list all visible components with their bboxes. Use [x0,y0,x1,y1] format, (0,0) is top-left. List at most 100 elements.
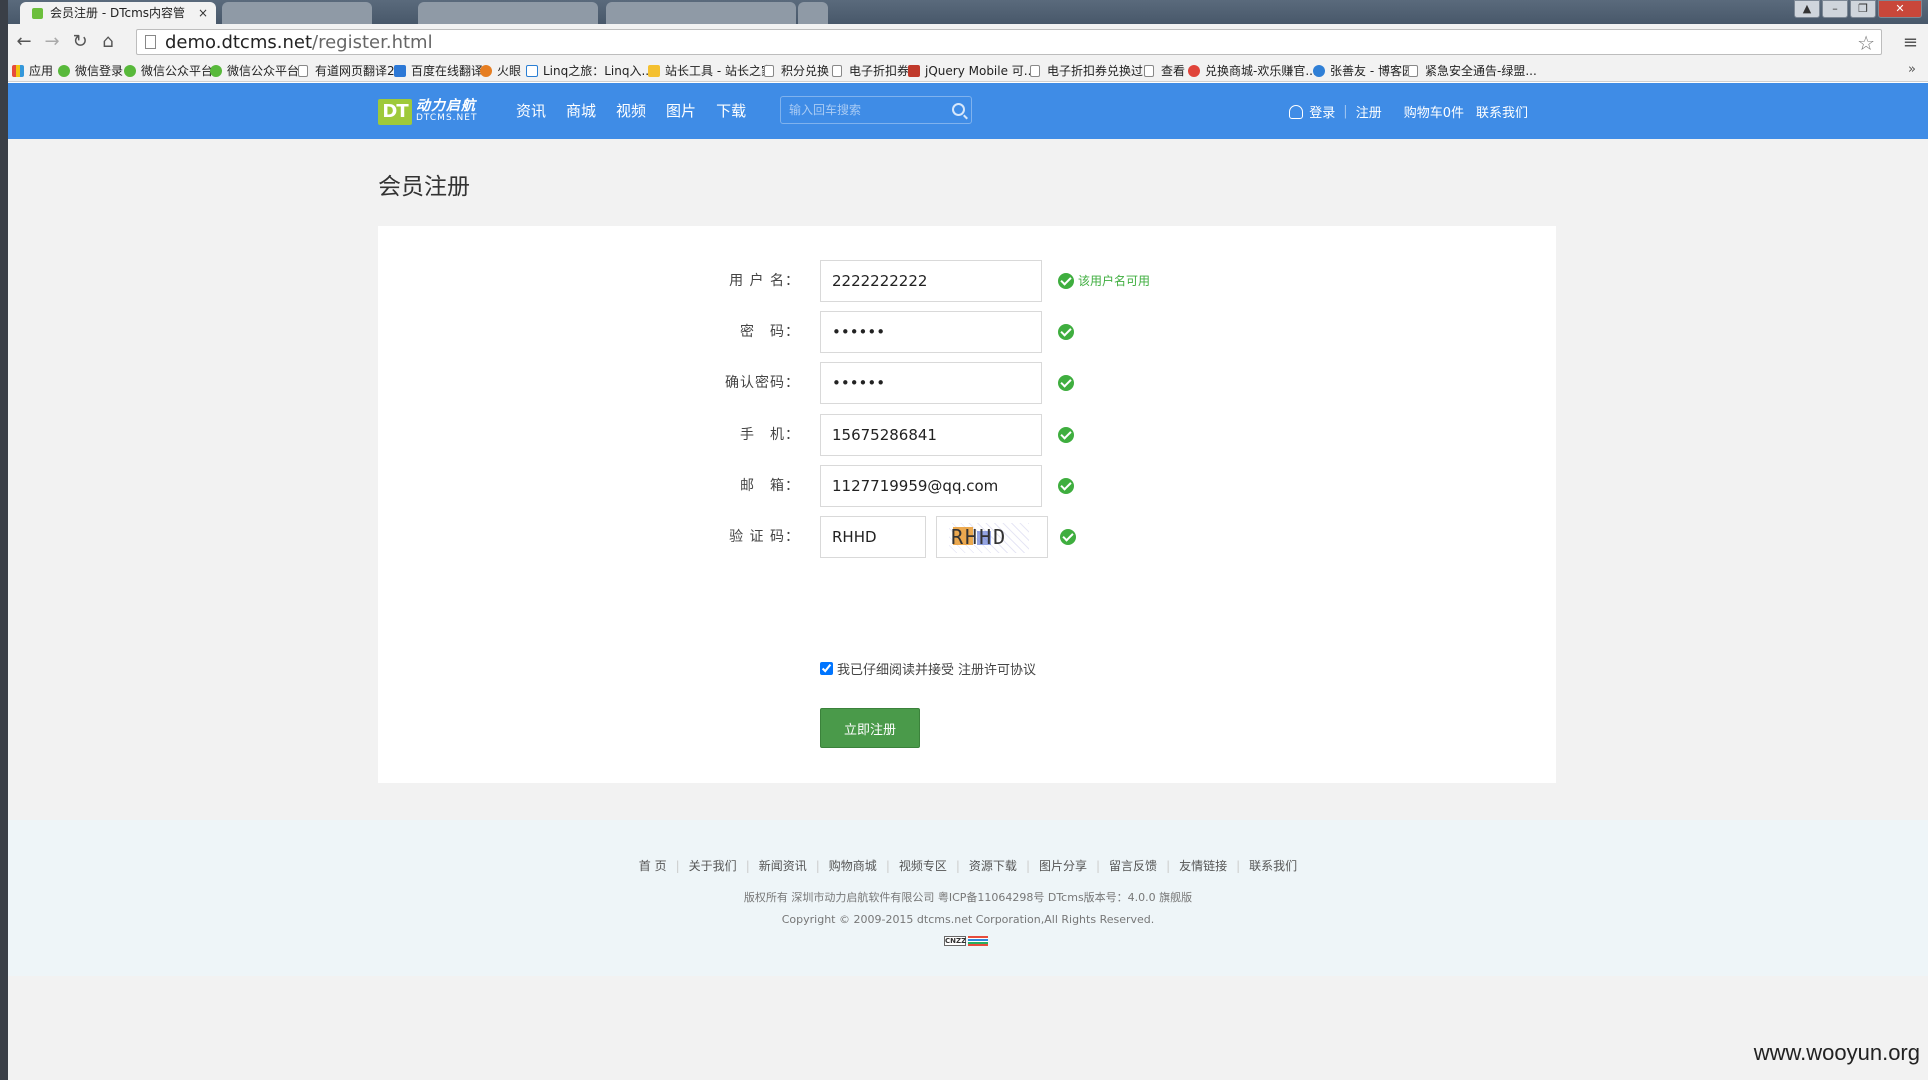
browser-tab[interactable] [418,2,598,24]
agree-checkbox[interactable] [820,662,833,675]
bookmark-item[interactable]: 查看 [1144,63,1185,79]
cart-link[interactable]: 购物车0件 [1404,102,1464,121]
username-input[interactable] [820,260,1042,302]
footer-link[interactable]: 购物商城 [829,859,877,873]
bookmark-label: 电子折扣券 [849,64,910,78]
blog-icon [1313,65,1325,77]
page-icon [1030,65,1040,77]
tab-close-icon[interactable]: × [198,2,208,24]
bookmark-item[interactable]: 微信登录 [58,63,123,79]
divider: | [675,859,680,873]
bookmark-item[interactable]: jQuery Mobile 可... [908,63,1035,79]
bookmarks-overflow-icon[interactable]: » [1908,62,1916,77]
forward-arrow-icon[interactable]: → [42,32,62,52]
bookmark-item[interactable]: 百度在线翻译 [394,63,483,79]
check-circle-icon [1058,478,1074,494]
site-logo[interactable]: DT 动力启航 DTCMS.NET [378,97,477,127]
browser-tab-active[interactable]: 会员注册 - DTcms内容管 × [20,2,216,24]
site-search-box [780,96,972,124]
footer-link[interactable]: 资源下载 [969,859,1017,873]
bookmark-item[interactable]: Linq之旅：Linq入... [526,63,653,79]
register-link[interactable]: 注册 [1356,102,1382,121]
contact-link[interactable]: 联系我们 [1476,102,1528,121]
nav-item-shop[interactable]: 商城 [566,101,596,121]
new-tab-button[interactable] [798,2,828,24]
nav-item-video[interactable]: 视频 [616,101,646,121]
bookmark-item[interactable]: 微信公众平台 [210,63,299,79]
bookmark-label: 积分兑换 [781,64,830,78]
bookmark-item[interactable]: 微信公众平台 [124,63,213,79]
footer-link[interactable]: 新闻资讯 [759,859,807,873]
home-icon[interactable]: ⌂ [98,32,118,52]
agree-text: 我已仔细阅读并接受 [837,663,955,678]
register-submit-button[interactable]: 立即注册 [820,708,920,748]
license-link[interactable]: 注册许可协议 [958,659,1036,678]
bookmark-label: 兑换商城-欢乐赚官... [1205,64,1317,78]
divider: | [1166,859,1171,873]
linq-icon [526,65,538,77]
nav-item-download[interactable]: 下载 [716,101,746,121]
captcha-row: 验 证 码： RHHD [378,516,1556,558]
reload-icon[interactable]: ↻ [70,32,90,52]
bookmark-item[interactable]: 站长工具 - 站长之家 [648,63,773,79]
page-icon [764,65,774,77]
logo-mark: DT [378,99,412,125]
bookmark-star-icon[interactable]: ☆ [1857,31,1875,55]
mobile-input[interactable] [820,414,1042,456]
email-label: 邮 箱： [740,478,800,494]
footer-link[interactable]: 关于我们 [689,859,737,873]
browser-tab[interactable] [222,2,372,24]
leaf-favicon-icon [32,8,43,19]
hamburger-menu-icon[interactable]: ≡ [1903,32,1918,53]
bookmark-item[interactable]: 应用 [12,63,53,79]
captcha-input[interactable] [820,516,926,558]
captcha-image[interactable]: RHHD [936,516,1048,558]
bookmark-label: 紧急安全通告-绿盟... [1425,64,1537,78]
bookmark-item[interactable]: 紧急安全通告-绿盟... [1408,63,1537,79]
password-input[interactable] [820,311,1042,353]
cnzz-stats-badge[interactable]: CNZZ [944,936,988,946]
user-profile-icon[interactable]: ▲ [1794,0,1820,18]
bookmark-item[interactable]: 电子折扣券兑换过了 [1030,63,1155,79]
check-circle-icon [1058,324,1074,340]
footer-copyright-en: Copyright © 2009-2015 dtcms.net Corporat… [781,913,1155,926]
email-input[interactable] [820,465,1042,507]
search-icon[interactable] [952,103,965,116]
divider: | [1096,859,1101,873]
bookmark-item[interactable]: 兑换商城-欢乐赚官... [1188,63,1317,79]
footer-link[interactable]: 联系我们 [1249,859,1297,873]
user-icon [1289,104,1304,119]
footer-link[interactable]: 友情链接 [1179,859,1227,873]
confirm-password-label: 确认密码： [725,375,800,391]
bookmark-item[interactable]: 火眼 [480,63,521,79]
captcha-label: 验 证 码： [729,529,800,545]
address-bar[interactable]: demo.dtcms.net/register.html ☆ [136,29,1882,55]
bookmark-item[interactable]: 电子折扣券 [832,63,909,79]
username-label: 用 户 名： [729,273,800,289]
bookmark-item[interactable]: 积分兑换 [764,63,829,79]
site-footer: 首 页 | 关于我们 | 新闻资讯 | 购物商城 | 视频专区 | 资源下载 | 图片分享 | 留言反馈 | 友… [8,820,1928,976]
register-form-card: 用 户 名： 该用户名可用 密 码： 确认密码： 手 机： 邮 箱： 验 证 码… [378,226,1556,783]
footer-link[interactable]: 留言反馈 [1109,859,1157,873]
site-search-input[interactable] [789,101,939,119]
page-title: 会员注册 [378,174,470,200]
bookmark-item[interactable]: 张善友 - 博客园 [1313,63,1414,79]
nav-item-photos[interactable]: 图片 [666,101,696,121]
watermark: www.wooyun.org [1753,1040,1920,1065]
footer-link[interactable]: 首 页 [639,859,667,873]
browser-tab[interactable] [606,2,796,24]
nav-item-news[interactable]: 资讯 [516,101,546,121]
footer-link[interactable]: 图片分享 [1039,859,1087,873]
cnzz-label: CNZZ [944,936,967,946]
login-link[interactable]: 登录 [1309,102,1335,121]
back-arrow-icon[interactable]: ← [14,32,34,52]
confirm-password-input[interactable] [820,362,1042,404]
close-window-icon[interactable]: ✕ [1878,0,1922,18]
cnzz-bars-icon [968,936,988,946]
bookmark-label: 微信公众平台 [227,64,300,78]
bookmark-item[interactable]: 有道网页翻译2.0 [298,63,406,79]
username-status: 该用户名可用 [1078,274,1151,288]
minimize-icon[interactable]: – [1822,0,1848,18]
restore-icon[interactable]: ❐ [1850,0,1876,18]
footer-link[interactable]: 视频专区 [899,859,947,873]
